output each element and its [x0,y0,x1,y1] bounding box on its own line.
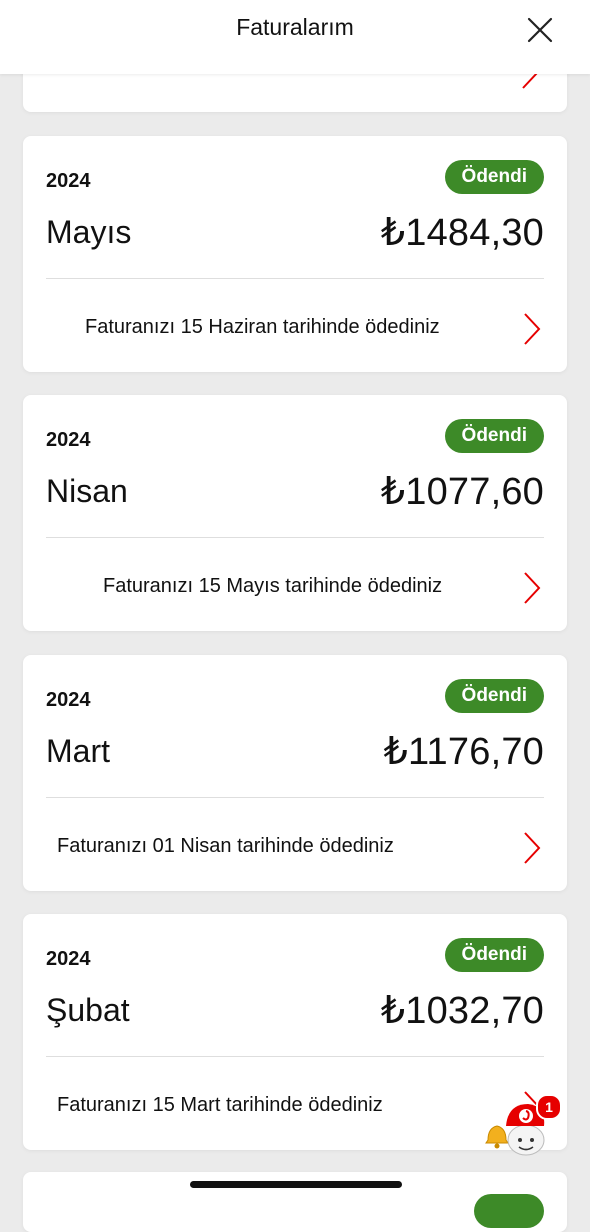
invoice-month: Mayıs [46,214,132,250]
divider [46,1056,544,1057]
invoice-year: 2024 [46,170,91,192]
invoice-month: Nisan [46,473,128,509]
status-badge: Ödendi [444,419,544,453]
invoice-month: Şubat [46,992,130,1028]
payment-note: Faturanızı 15 Mart tarihinde ödediniz [57,1094,383,1116]
invoice-year: 2024 [46,689,91,711]
status-badge [474,1194,544,1228]
invoice-card[interactable]: 2024 Ödendi Nisan ₺1077,60 Faturanızı 15… [23,395,567,631]
page-title: Faturalarım [236,14,354,40]
invoice-year: 2024 [46,429,91,451]
notification-badge: 1 [536,1094,562,1120]
chevron-right-icon[interactable] [521,831,543,865]
invoice-amount: ₺1484,30 [380,212,544,254]
invoice-year: 2024 [46,948,91,970]
chevron-right-icon[interactable] [521,571,543,605]
close-icon[interactable] [526,16,554,44]
divider [46,797,544,798]
status-badge: Ödendi [444,160,544,194]
invoice-month: Mart [46,733,110,769]
chevron-right-icon[interactable] [521,312,543,346]
status-badge: Ödendi [444,938,544,972]
top-bar: Faturalarım [0,0,590,74]
invoice-amount: ₺1176,70 [383,731,544,773]
invoice-amount: ₺1032,70 [380,990,544,1032]
payment-note: Faturanızı 15 Haziran tarihinde ödediniz [85,316,440,338]
home-indicator [190,1181,402,1188]
payment-note: Faturanızı 01 Nisan tarihinde ödediniz [57,835,394,857]
status-badge: Ödendi [444,679,544,713]
invoice-card[interactable]: 2024 Ödendi Mayıs ₺1484,30 Faturanızı 15… [23,136,567,372]
invoice-card[interactable]: 2024 Ödendi Mart ₺1176,70 Faturanızı 01 … [23,655,567,891]
divider [46,278,544,279]
payment-note: Faturanızı 15 Mayıs tarihinde ödediniz [103,575,443,597]
divider [46,537,544,538]
invoice-amount: ₺1077,60 [380,471,544,513]
